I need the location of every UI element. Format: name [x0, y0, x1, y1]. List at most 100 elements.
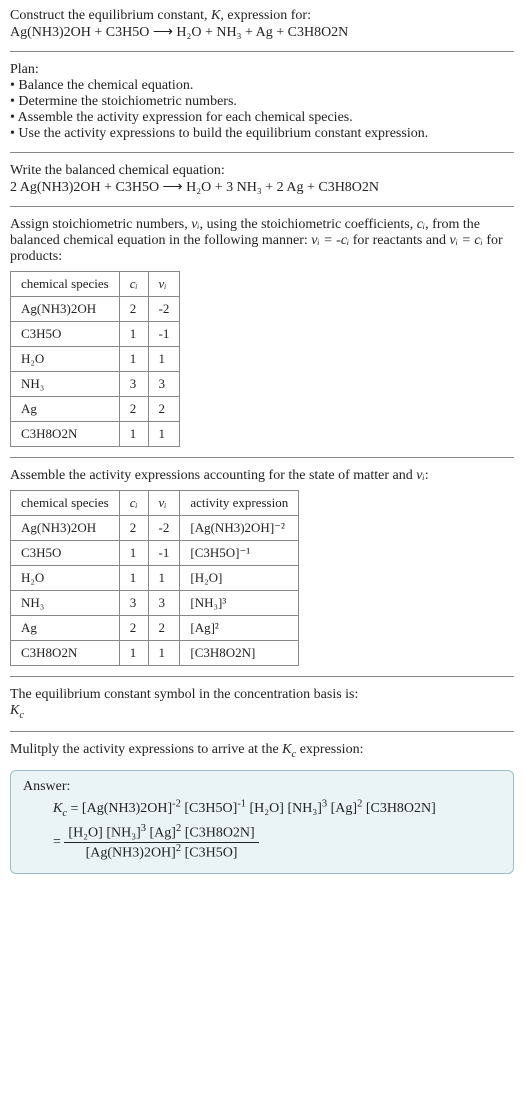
stoich-section: Assign stoichiometric numbers, νᵢ, using…: [10, 217, 514, 447]
cell-species: Ag: [11, 397, 120, 422]
divider: [10, 152, 514, 153]
table-header-row: chemical species cᵢ νᵢ: [11, 272, 180, 297]
multiply-text-post: expression:: [296, 742, 363, 757]
table-row: NH₃33[NH₃]³: [11, 591, 299, 616]
cell-ci: 3: [119, 372, 148, 397]
plan-item: • Use the activity expressions to build …: [10, 126, 514, 142]
unbalanced-equation: Ag(NH3)2OH + C3H5O ⟶ H₂O + NH₃ + Ag + C3…: [10, 24, 514, 41]
plan-item: • Assemble the activity expression for e…: [10, 110, 514, 126]
stoich-table: chemical species cᵢ νᵢ Ag(NH3)2OH2-2 C3H…: [10, 271, 180, 447]
rel2: νᵢ = cᵢ: [450, 233, 483, 248]
divider: [10, 206, 514, 207]
cell-nu: 1: [148, 566, 180, 591]
cell-ci: 1: [119, 641, 148, 666]
balanced-equation: 2 Ag(NH3)2OH + C3H5O ⟶ H₂O + 3 NH₃ + 2 A…: [10, 179, 514, 196]
activity-title-pre: Assemble the activity expressions accoun…: [10, 468, 416, 483]
cell-nu: -1: [148, 541, 180, 566]
cell-ci: 1: [119, 566, 148, 591]
table-row: C3H5O1-1[C3H5O]⁻¹: [11, 541, 299, 566]
cell-nu: -2: [148, 516, 180, 541]
table-row: Ag22: [11, 397, 180, 422]
divider: [10, 457, 514, 458]
prompt-text-pre: Construct the equilibrium constant,: [10, 8, 211, 23]
equals-prefix: =: [53, 834, 64, 849]
cell-activity: [C3H8O2N]: [180, 641, 299, 666]
cell-nu: 3: [148, 591, 180, 616]
stoich-text-part: , using the stoichiometric coefficients,: [200, 217, 417, 232]
fraction: [H₂O] [NH₃]3 [Ag]2 [C3H8O2N] [Ag(NH3)2OH…: [64, 823, 258, 861]
cell-species: NH₃: [11, 591, 120, 616]
equals: =: [71, 801, 82, 816]
activity-title: Assemble the activity expressions accoun…: [10, 468, 514, 484]
stoich-text-part: for reactants and: [349, 233, 449, 248]
table-row: H₂O11[H₂O]: [11, 566, 299, 591]
cell-species: Ag(NH3)2OH: [11, 297, 120, 322]
balanced-section: Write the balanced chemical equation: 2 …: [10, 163, 514, 196]
cell-activity: [C3H5O]⁻¹: [180, 541, 299, 566]
fraction-numerator: [H₂O] [NH₃]3 [Ag]2 [C3H8O2N]: [64, 823, 258, 843]
prompt-text-post: , expression for:: [220, 8, 311, 23]
activity-section: Assemble the activity expressions accoun…: [10, 468, 514, 666]
rel1: νᵢ = -cᵢ: [311, 233, 349, 248]
cell-nu: 1: [148, 641, 180, 666]
table-row: H₂O11: [11, 347, 180, 372]
cell-activity: [H₂O]: [180, 566, 299, 591]
activity-title-post: :: [425, 468, 429, 483]
answer-content: Kc = [Ag(NH3)2OH]-2 [C3H5O]-1 [H₂O] [NH₃…: [23, 799, 501, 862]
cell-species: C3H8O2N: [11, 641, 120, 666]
table-row: Ag(NH3)2OH2-2[Ag(NH3)2OH]⁻²: [11, 516, 299, 541]
cell-species: C3H8O2N: [11, 422, 120, 447]
answer-line2: = [H₂O] [NH₃]3 [Ag]2 [C3H8O2N] [Ag(NH3)2…: [53, 823, 501, 861]
cell-nu: 1: [148, 422, 180, 447]
table-row: Ag22[Ag]²: [11, 616, 299, 641]
cell-nu: 3: [148, 372, 180, 397]
ci-symbol: cᵢ: [417, 217, 425, 232]
plan-item: • Balance the chemical equation.: [10, 78, 514, 94]
table-row: C3H5O1-1: [11, 322, 180, 347]
divider: [10, 731, 514, 732]
col-header-activity: activity expression: [180, 491, 299, 516]
divider: [10, 51, 514, 52]
plan-section: Plan: • Balance the chemical equation. •…: [10, 62, 514, 142]
answer-expanded: [Ag(NH3)2OH]-2 [C3H5O]-1 [H₂O] [NH₃]3 [A…: [82, 801, 436, 816]
answer-label: Answer:: [23, 779, 501, 795]
answer-box: Answer: Kc = [Ag(NH3)2OH]-2 [C3H5O]-1 [H…: [10, 770, 514, 875]
basis-section: The equilibrium constant symbol in the c…: [10, 687, 514, 721]
plan-title: Plan:: [10, 62, 514, 78]
cell-activity: [Ag]²: [180, 616, 299, 641]
cell-ci: 3: [119, 591, 148, 616]
cell-species: C3H5O: [11, 541, 120, 566]
kc-inline: Kc: [282, 742, 296, 757]
cell-ci: 2: [119, 516, 148, 541]
cell-ci: 2: [119, 616, 148, 641]
cell-species: Ag: [11, 616, 120, 641]
col-header-nu: νᵢ: [148, 491, 180, 516]
cell-activity: [NH₃]³: [180, 591, 299, 616]
table-row: C3H8O2N11: [11, 422, 180, 447]
table-row: NH₃33: [11, 372, 180, 397]
cell-species: Ag(NH3)2OH: [11, 516, 120, 541]
cell-species: H₂O: [11, 347, 120, 372]
cell-ci: 1: [119, 322, 148, 347]
basis-text: The equilibrium constant symbol in the c…: [10, 687, 514, 703]
multiply-text-pre: Mulitply the activity expressions to arr…: [10, 742, 282, 757]
stoich-text-part: Assign stoichiometric numbers,: [10, 217, 191, 232]
col-header-ci: cᵢ: [119, 272, 148, 297]
nu-symbol: νᵢ: [416, 468, 424, 483]
cell-ci: 1: [119, 422, 148, 447]
K-symbol: K: [211, 8, 220, 23]
cell-nu: -1: [148, 322, 180, 347]
cell-nu: -2: [148, 297, 180, 322]
cell-nu: 1: [148, 347, 180, 372]
cell-ci: 1: [119, 541, 148, 566]
cell-activity: [Ag(NH3)2OH]⁻²: [180, 516, 299, 541]
problem-header: Construct the equilibrium constant, K, e…: [10, 8, 514, 41]
col-header-species: chemical species: [11, 491, 120, 516]
divider: [10, 676, 514, 677]
table-row: Ag(NH3)2OH2-2: [11, 297, 180, 322]
problem-prompt: Construct the equilibrium constant, K, e…: [10, 8, 514, 24]
cell-ci: 2: [119, 397, 148, 422]
col-header-ci: cᵢ: [119, 491, 148, 516]
kc-symbol: Kc: [10, 703, 514, 721]
fraction-denominator: [Ag(NH3)2OH]2 [C3H5O]: [64, 843, 258, 862]
